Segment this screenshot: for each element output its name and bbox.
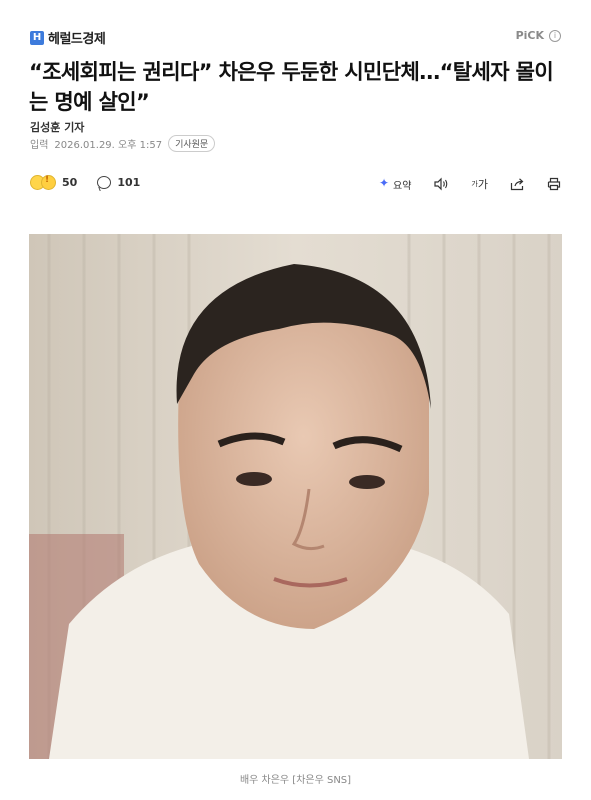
print-icon (547, 177, 561, 191)
published-label: 입력 (30, 140, 49, 151)
original-article-button[interactable]: 기사원문 (168, 135, 216, 152)
comment-count[interactable]: 101 (117, 176, 140, 189)
audio-button[interactable] (433, 175, 449, 193)
share-button[interactable] (510, 175, 525, 193)
header: H 헤럴드경제 PiCK i (30, 28, 561, 50)
article-toolbar: 50 101 요약 가 가 (30, 175, 561, 193)
surprised-emoji-icon (41, 175, 56, 190)
reporter-byline[interactable]: 김성훈 기자 (30, 119, 84, 135)
reaction-count: 50 (62, 176, 78, 189)
pick-badge[interactable]: PiCK i (516, 29, 561, 42)
font-size-label: 가 (477, 178, 488, 191)
info-icon[interactable]: i (549, 29, 561, 42)
photo-caption: 배우 차은우 [차은우 SNS] (239, 775, 352, 786)
article-tools: 요약 가 가 (379, 175, 561, 193)
portrait-image (29, 234, 562, 759)
share-icon (510, 178, 524, 191)
print-button[interactable] (547, 175, 561, 193)
article-photo[interactable] (29, 234, 562, 759)
pick-label: PiCK (515, 29, 544, 42)
summary-button[interactable]: 요약 (379, 175, 412, 193)
font-size-button[interactable]: 가 가 (471, 175, 488, 193)
published-datetime: 2026.01.29. 오후 1:57 (54, 140, 163, 151)
article-meta: 입력 2026.01.29. 오후 1:57 기사원문 (30, 135, 216, 152)
article-headline: “조세회피는 권리다” 차은우 두둔한 시민단체…“탈세자 몰이는 명예 살인” (29, 60, 554, 114)
sparkle-icon (379, 176, 390, 190)
speaker-icon (434, 177, 448, 191)
brand[interactable]: H 헤럴드경제 (30, 28, 106, 47)
reaction-button[interactable] (30, 175, 56, 190)
press-logo-icon: H (30, 30, 44, 45)
summary-label: 요약 (393, 180, 412, 192)
reactions: 50 101 (30, 175, 140, 190)
press-name[interactable]: 헤럴드경제 (48, 28, 106, 47)
comment-icon[interactable] (97, 176, 112, 189)
